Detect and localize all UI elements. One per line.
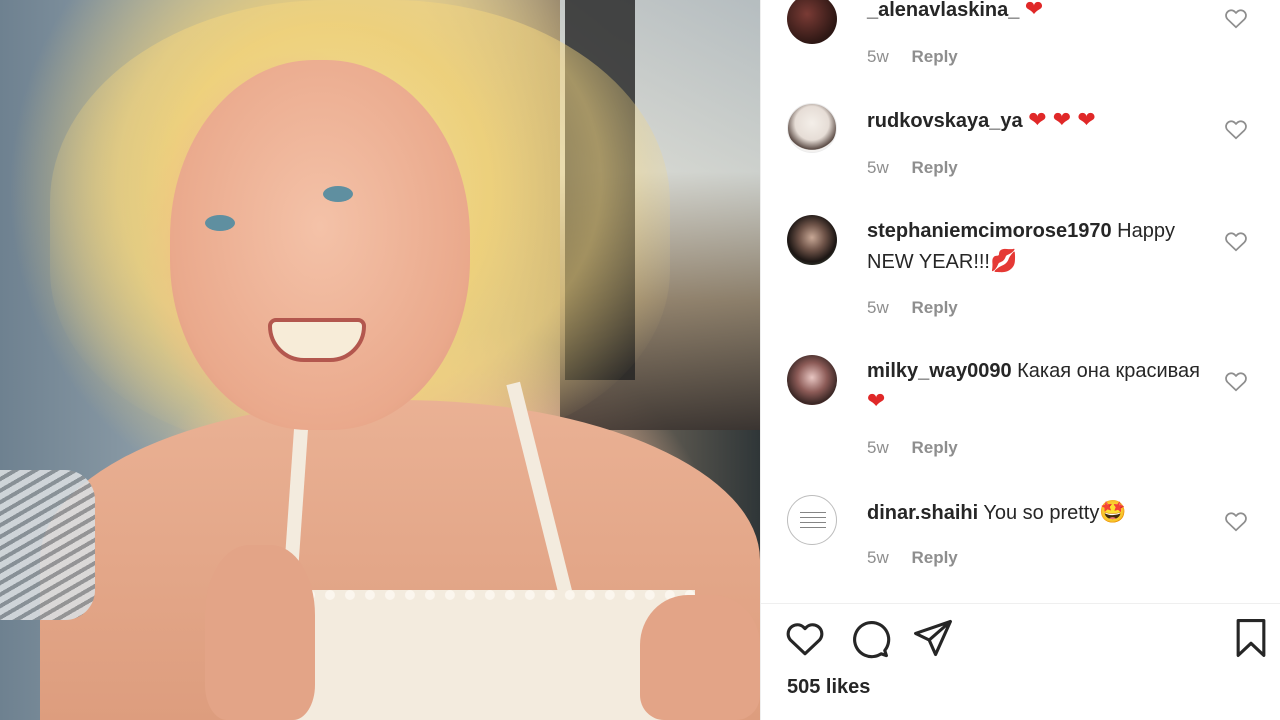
- heart-outline-icon[interactable]: [783, 616, 827, 660]
- comment-text: Какая она красивая: [1017, 360, 1200, 382]
- action-bar: [761, 616, 1280, 668]
- comment-text: You so pretty: [983, 502, 1100, 524]
- comment-meta: 5w Reply: [867, 548, 958, 568]
- avatar[interactable]: [787, 355, 837, 405]
- reply-button[interactable]: Reply: [911, 47, 957, 67]
- comment-username[interactable]: rudkovskaya_ya: [867, 110, 1023, 132]
- photo-face: [170, 60, 470, 430]
- photo-forks: [0, 470, 95, 620]
- comments-panel: _alenavlaskina_ ❤ 5w Reply rudkovskaya_y…: [760, 0, 1280, 720]
- photo-eye-left: [205, 215, 235, 231]
- heart-emoji-icon: ❤: [1024, 0, 1044, 21]
- likes-count[interactable]: 505 likes: [787, 676, 870, 699]
- reply-button[interactable]: Reply: [911, 158, 957, 178]
- divider: [761, 603, 1280, 604]
- comment-time[interactable]: 5w: [867, 298, 889, 318]
- avatar[interactable]: [787, 103, 837, 153]
- reply-button[interactable]: Reply: [911, 438, 957, 458]
- photo-eye-right: [323, 186, 353, 202]
- comment-body: dinar.shaihi You so pretty🤩: [867, 497, 1207, 528]
- comment-body: rudkovskaya_ya ❤ ❤ ❤: [867, 105, 1207, 136]
- reply-button[interactable]: Reply: [911, 298, 957, 318]
- post-photo[interactable]: [0, 0, 760, 720]
- comment-meta: 5w Reply: [867, 438, 958, 458]
- comment-username[interactable]: _alenavlaskina_: [867, 0, 1019, 21]
- kiss-lips-emoji-icon: 💋: [990, 248, 1018, 273]
- star-eyes-emoji-icon: 🤩: [1099, 499, 1127, 524]
- comment-meta: 5w Reply: [867, 298, 958, 318]
- comment-like-heart-icon[interactable]: [1223, 508, 1249, 534]
- comment-body: milky_way0090 Какая она красивая ❤: [867, 357, 1207, 417]
- avatar[interactable]: [787, 495, 837, 545]
- comment-body: _alenavlaskina_ ❤: [867, 0, 1207, 25]
- bookmark-icon[interactable]: [1229, 616, 1273, 660]
- photo-thumb-right: [640, 595, 760, 720]
- comment-time[interactable]: 5w: [867, 548, 889, 568]
- comment-time[interactable]: 5w: [867, 438, 889, 458]
- avatar[interactable]: [787, 215, 837, 265]
- comment-list[interactable]: _alenavlaskina_ ❤ 5w Reply rudkovskaya_y…: [761, 0, 1280, 603]
- comment-body: stephaniemcimorose1970 Happy NEW YEAR!!!…: [867, 217, 1207, 277]
- avatar[interactable]: [787, 0, 837, 44]
- comment-like-heart-icon[interactable]: [1223, 228, 1249, 254]
- comment-username[interactable]: milky_way0090: [867, 360, 1012, 382]
- heart-emoji-icon: ❤: [867, 388, 886, 413]
- photo-top-garment: [285, 590, 695, 720]
- comment-time[interactable]: 5w: [867, 47, 889, 67]
- comment-meta: 5w Reply: [867, 47, 958, 67]
- paper-plane-icon[interactable]: [911, 616, 955, 660]
- comment-like-heart-icon[interactable]: [1223, 368, 1249, 394]
- comment-like-heart-icon[interactable]: [1223, 116, 1249, 142]
- photo-thumb-left: [205, 545, 315, 720]
- comment-like-heart-icon[interactable]: [1223, 5, 1249, 31]
- comment-username[interactable]: stephaniemcimorose1970: [867, 220, 1112, 242]
- avatar-scribble: [800, 508, 826, 532]
- comment-meta: 5w Reply: [867, 158, 958, 178]
- comment-bubble-icon[interactable]: [847, 616, 891, 660]
- reply-button[interactable]: Reply: [911, 548, 957, 568]
- comment-time[interactable]: 5w: [867, 158, 889, 178]
- comment-username[interactable]: dinar.shaihi: [867, 502, 978, 524]
- heart-emoji-icon: ❤ ❤ ❤: [1028, 107, 1096, 132]
